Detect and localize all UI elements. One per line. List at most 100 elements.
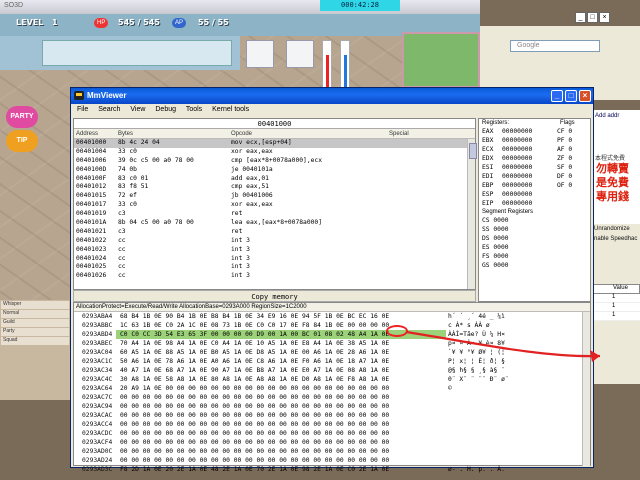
column-opcode[interactable]: Opcode <box>229 129 389 138</box>
tip-button[interactable]: TIP <box>6 130 38 152</box>
disasm-addr: 00401026 <box>76 272 107 280</box>
speedhack-checkbox[interactable]: nable Speedhac <box>592 234 640 244</box>
column-bytes[interactable]: Bytes <box>114 129 229 138</box>
chat-channel[interactable]: Party <box>1 328 69 336</box>
hex-address: 0293AC64 <box>82 385 113 392</box>
column-special[interactable]: Special <box>389 129 409 138</box>
hex-row[interactable]: 0293ACC4 00 00 00 00 00 00 00 00 00 00 00… <box>74 420 590 429</box>
unrandomize-checkbox[interactable]: Unrandomize <box>592 224 640 234</box>
register-value: 00000000 <box>502 146 533 153</box>
disasm-row[interactable]: 00401024 cc int 3 <box>74 255 475 264</box>
minimize-icon[interactable]: _ <box>575 12 586 23</box>
hex-bytes: F8 2D 1A 0E 20 2E 1A 0E 48 2E 1A 0E 70 2… <box>120 466 390 473</box>
disasm-row[interactable]: 00401021 c3 ret <box>74 228 475 237</box>
disasm-bytes: cc <box>118 263 126 271</box>
hex-bytes: 00 00 00 00 00 00 00 00 00 00 00 00 00 0… <box>120 412 390 419</box>
register-row[interactable]: ECX 00000000 AF 0 <box>479 145 590 154</box>
title-bar[interactable]: MmViewer _ □ × <box>71 88 593 104</box>
disasm-row[interactable]: 00401017 33 c0 xor eax,eax <box>74 201 475 210</box>
hex-row[interactable]: 0293AC7C 00 00 00 00 00 00 00 00 00 00 00… <box>74 393 590 402</box>
level-value: 1 <box>52 18 58 27</box>
disasm-row[interactable]: 00401000 8b 4c 24 04 mov ecx,[esp+04] <box>74 139 475 148</box>
register-row[interactable]: ESI 00000000 SF 0 <box>479 163 590 172</box>
hex-row[interactable]: 0293ACDC 00 00 00 00 00 00 00 00 00 00 00… <box>74 429 590 438</box>
disasm-row[interactable]: 00401004 33 c0 xor eax,eax <box>74 148 475 157</box>
maximize-icon[interactable]: □ <box>565 90 577 102</box>
menu-tools[interactable]: Tools <box>186 106 202 113</box>
hex-bytes: 00 00 00 00 00 00 00 00 00 00 00 00 00 0… <box>120 430 390 437</box>
add-address-link[interactable]: Add addr <box>595 113 640 119</box>
register-row[interactable]: EDX 00000000 ZF 0 <box>479 154 590 163</box>
party-button[interactable]: PARTY <box>6 106 38 128</box>
search-input[interactable]: Google <box>510 40 600 52</box>
disasm-addr: 0040101A <box>76 219 107 227</box>
disasm-op: cmp [eax*8+0078a000],ecx <box>231 156 322 164</box>
register-row[interactable]: EIP 00000000 <box>479 199 590 208</box>
flag-value: DF 0 <box>557 173 573 180</box>
disasm-row[interactable]: 00401026 cc int 3 <box>74 272 475 281</box>
minimize-icon[interactable]: _ <box>551 90 563 102</box>
table-row[interactable]: 1 <box>592 303 640 312</box>
ap-gauge <box>340 40 350 90</box>
flags-label: Flags <box>560 120 575 126</box>
disasm-row[interactable]: 00401006 39 0c c5 00 a0 78 00 cmp [eax*8+0… <box>74 157 475 166</box>
copy-memory-button[interactable]: Copy memory <box>73 290 476 302</box>
disasm-row[interactable]: 00401012 83 f8 51 cmp eax,51 <box>74 183 475 192</box>
ad-banner: 本程式免費 勿轉賣 是免費 專用錢 <box>592 150 640 210</box>
disasm-row[interactable]: 0040101A 8b 04 c5 00 a0 78 00 lea eax,[eax… <box>74 219 475 228</box>
close-icon[interactable]: × <box>599 12 610 23</box>
disasm-row[interactable]: 00401015 72 ef jb 00401006 <box>74 192 475 201</box>
close-icon[interactable]: × <box>579 90 591 102</box>
hex-row[interactable]: 0293AC64 20 A9 1A 0E 00 00 00 00 00 00 00… <box>74 384 590 393</box>
chat-channel[interactable]: Guild <box>1 319 69 327</box>
menu-kernel-tools[interactable]: Kernel tools <box>212 106 249 113</box>
menu-file[interactable]: File <box>77 106 88 113</box>
disasm-bytes: cc <box>118 272 126 280</box>
disasm-op: mov ecx,[esp+04] <box>231 139 292 146</box>
hex-ascii <box>446 447 576 456</box>
hex-row[interactable]: 0293AD24 00 00 00 00 00 00 00 00 00 00 00… <box>74 456 590 465</box>
maximize-icon[interactable]: □ <box>587 12 598 23</box>
hex-address: 0293ABD4 <box>82 331 113 338</box>
hex-row[interactable]: 0293ACF4 00 00 00 00 00 00 00 00 00 00 00… <box>74 438 590 447</box>
hex-ascii <box>446 420 576 429</box>
disasm-row[interactable]: 0040100D 74 0b je 0040101a <box>74 166 475 175</box>
register-row[interactable]: ESP 00000000 <box>479 190 590 199</box>
register-name: EBX <box>482 137 494 144</box>
disassembly-view[interactable]: 00401000 Address Bytes Opcode Special 00… <box>73 118 477 290</box>
disasm-row[interactable]: 00401022 cc int 3 <box>74 237 475 246</box>
disasm-addr: 00401025 <box>76 263 107 271</box>
minimap[interactable] <box>402 32 480 88</box>
disasm-row[interactable]: 0040100F 83 c0 01 add eax,01 <box>74 175 475 184</box>
register-row[interactable]: EBX 00000000 PF 0 <box>479 136 590 145</box>
hex-row[interactable]: 0293AD0C 00 00 00 00 00 00 00 00 00 00 00… <box>74 447 590 456</box>
hex-ascii <box>446 456 576 465</box>
disasm-row[interactable]: 00401025 cc int 3 <box>74 263 475 272</box>
chat-channel-list: Whisper Normal Guild Party Squad <box>0 300 70 400</box>
vertical-scrollbar[interactable] <box>467 139 477 289</box>
menu-search[interactable]: Search <box>98 106 120 113</box>
hex-row[interactable]: 0293AD3C F8 2D 1A 0E 20 2E 1A 0E 48 2E 1A… <box>74 465 590 474</box>
disasm-bytes: 33 c0 <box>118 201 137 209</box>
table-row[interactable]: 1 <box>592 294 640 303</box>
register-row[interactable]: EDI 00000000 DF 0 <box>479 172 590 181</box>
quick-slot[interactable] <box>286 40 314 68</box>
quick-slot[interactable] <box>246 40 274 68</box>
chat-channel[interactable]: Normal <box>1 310 69 318</box>
disasm-row[interactable]: 00401019 c3 ret <box>74 210 475 219</box>
banner-line: 專用錢 <box>596 191 629 203</box>
hex-address: 0293AC7C <box>82 394 113 401</box>
menu-debug[interactable]: Debug <box>155 106 176 113</box>
disasm-row[interactable]: 00401023 cc int 3 <box>74 246 475 255</box>
hex-row[interactable]: 0293AC94 00 00 00 00 00 00 00 00 00 00 00… <box>74 402 590 411</box>
column-address[interactable]: Address <box>74 129 114 138</box>
register-row[interactable]: EAX 00000000 CF 0 <box>479 127 590 136</box>
ap-value: 55 / 55 <box>198 18 229 27</box>
register-row[interactable]: EBP 00000000 OF 0 <box>479 181 590 190</box>
chat-box[interactable] <box>42 40 232 66</box>
chat-channel[interactable]: Whisper <box>1 301 69 309</box>
chat-channel[interactable]: Squad <box>1 337 69 345</box>
menu-view[interactable]: View <box>130 106 145 113</box>
register-name: EAX <box>482 128 494 135</box>
hex-row[interactable]: 0293ACAC 00 00 00 00 00 00 00 00 00 00 00… <box>74 411 590 420</box>
